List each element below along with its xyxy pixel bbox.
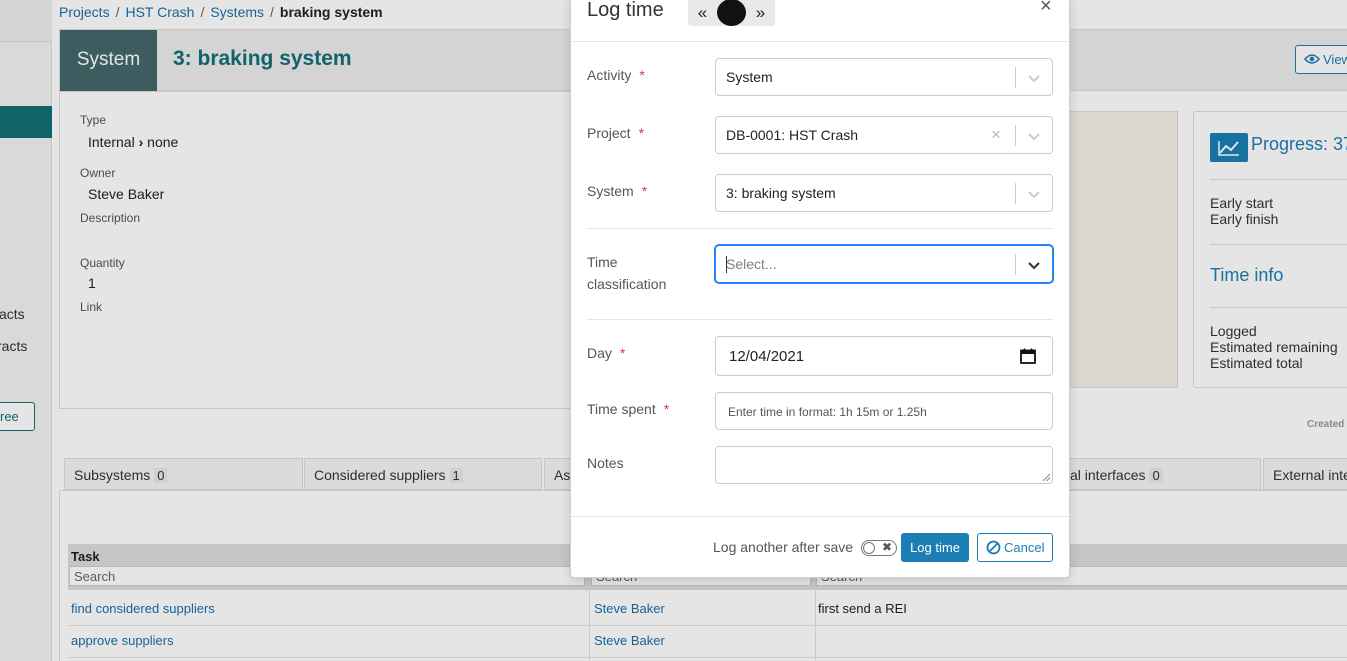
system-value: 3: braking system [726, 185, 836, 201]
notes-label: Notes [587, 455, 624, 471]
circle-icon [717, 0, 746, 26]
calendar-icon[interactable] [1019, 347, 1037, 365]
project-label: Project * [587, 125, 645, 141]
next-button[interactable]: » [746, 0, 775, 26]
chevron-down-icon[interactable] [1026, 128, 1042, 144]
cancel-button-label: Cancel [1004, 540, 1045, 555]
activity-select[interactable]: System [715, 58, 1053, 96]
modal-nav-group: « » [688, 0, 775, 26]
project-select[interactable]: DB-0001: HST Crash × [715, 116, 1053, 154]
log-time-modal: Log time « » × Activity * System Project *… [570, 0, 1070, 578]
chevron-down-icon[interactable] [1026, 257, 1042, 273]
time-classification-placeholder: Select... [726, 256, 777, 272]
toggle-knob [863, 542, 875, 554]
toggle-off-icon: ✖ [882, 540, 893, 554]
previous-button[interactable]: « [688, 0, 717, 26]
clear-icon[interactable]: × [991, 125, 1001, 145]
chevron-down-icon[interactable] [1026, 186, 1042, 202]
modal-title: Log time [587, 0, 664, 21]
time-classification-select[interactable]: Select... [715, 245, 1053, 283]
log-time-button[interactable]: Log time [901, 533, 969, 562]
ban-icon [986, 540, 1001, 555]
system-label: System * [587, 183, 648, 199]
close-icon[interactable]: × [1040, 0, 1052, 18]
activity-value: System [726, 69, 773, 85]
current-button[interactable] [717, 0, 746, 26]
day-label: Day * [587, 345, 626, 361]
resize-handle-icon[interactable] [1042, 473, 1050, 481]
time-classification-label: Time classification [587, 254, 667, 292]
log-another-label: Log another after save [713, 539, 854, 555]
chevron-down-icon[interactable] [1026, 70, 1042, 86]
project-value: DB-0001: HST Crash [726, 127, 859, 143]
time-spent-label: Time spent * [587, 401, 670, 417]
cancel-button[interactable]: Cancel [977, 533, 1053, 562]
notes-textarea[interactable] [715, 446, 1053, 484]
log-another-toggle[interactable]: ✖ [861, 540, 897, 556]
activity-label: Activity * [587, 67, 645, 83]
time-spent-input[interactable]: Enter time in format: 1h 15m or 1.25h [715, 392, 1053, 430]
system-select[interactable]: 3: braking system [715, 174, 1053, 212]
day-date-input[interactable]: 12/04/2021 [715, 336, 1053, 376]
time-spent-placeholder: Enter time in format: 1h 15m or 1.25h [728, 405, 927, 419]
day-value: 12/04/2021 [729, 348, 805, 365]
